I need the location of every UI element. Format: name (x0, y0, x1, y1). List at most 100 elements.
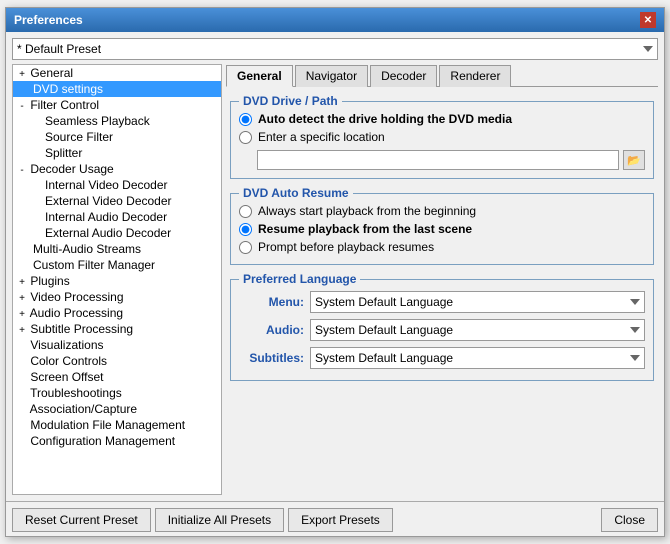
sidebar-item-modulation-file[interactable]: Modulation File Management (13, 417, 221, 433)
right-panel: General Navigator Decoder Renderer DVD D… (226, 64, 658, 495)
sidebar-item-general[interactable]: + General (13, 65, 221, 81)
radio-specific-location-label: Enter a specific location (258, 130, 385, 144)
sidebar-label-color-controls: Color Controls (30, 354, 107, 368)
sidebar-label-source-filter: Source Filter (17, 130, 113, 144)
left-panel: + General DVD settings - Filter Control … (12, 64, 222, 495)
audio-lang-select[interactable]: System Default Language (310, 319, 645, 341)
path-input[interactable] (257, 150, 619, 170)
expand-icon-subtitle-processing: + (17, 325, 27, 336)
expand-icon-decoder-usage: - (17, 165, 27, 176)
audio-lang-label: Audio: (239, 323, 304, 337)
sidebar-item-audio-processing[interactable]: + Audio Processing (13, 305, 221, 321)
reset-preset-button[interactable]: Reset Current Preset (12, 508, 151, 532)
subtitles-lang-row: Subtitles: System Default Language (239, 344, 645, 372)
sidebar-label-audio-processing: Audio Processing (30, 306, 123, 320)
sidebar-label-internal-video-decoder: Internal Video Decoder (17, 178, 168, 192)
radio-always-start[interactable] (239, 205, 252, 218)
sidebar-item-association-capture[interactable]: Association/Capture (13, 401, 221, 417)
tab-renderer[interactable]: Renderer (439, 65, 511, 87)
menu-lang-label: Menu: (239, 295, 304, 309)
dvd-auto-resume-title: DVD Auto Resume (239, 186, 353, 200)
sidebar-item-external-audio-decoder[interactable]: External Audio Decoder (13, 225, 221, 241)
sidebar-item-color-controls[interactable]: Color Controls (13, 353, 221, 369)
window-close-button[interactable]: ✕ (640, 12, 656, 28)
content-area: * Default Preset + General DVD settings … (6, 32, 664, 501)
bottom-btns-left: Reset Current Preset Initialize All Pres… (12, 508, 393, 532)
sidebar-item-plugins[interactable]: + Plugins (13, 273, 221, 289)
subtitles-lang-select[interactable]: System Default Language (310, 347, 645, 369)
sidebar-item-decoder-usage[interactable]: - Decoder Usage (13, 161, 221, 177)
bottom-bar: Reset Current Preset Initialize All Pres… (6, 501, 664, 536)
expand-icon-configuration-management (17, 437, 27, 448)
sidebar-label-subtitle-processing: Subtitle Processing (30, 322, 133, 336)
browse-icon: 📂 (627, 154, 641, 167)
sidebar-item-internal-video-decoder[interactable]: Internal Video Decoder (13, 177, 221, 193)
sidebar-label-decoder-usage: Decoder Usage (30, 162, 113, 176)
preset-row: * Default Preset (12, 38, 658, 60)
sidebar-item-filter-control[interactable]: - Filter Control (13, 97, 221, 113)
expand-icon-modulation-file (17, 421, 27, 432)
window-title: Preferences (14, 13, 83, 27)
dvd-auto-resume-group: DVD Auto Resume Always start playback fr… (230, 193, 654, 265)
radio-specific-location[interactable] (239, 131, 252, 144)
main-body: + General DVD settings - Filter Control … (12, 64, 658, 495)
tabs-row: General Navigator Decoder Renderer (226, 64, 658, 87)
radio-auto-detect-label: Auto detect the drive holding the DVD me… (258, 112, 512, 126)
sidebar-item-configuration-management[interactable]: Configuration Management (13, 433, 221, 449)
sidebar-label-troubleshootings: Troubleshootings (30, 386, 122, 400)
preferred-language-title: Preferred Language (239, 272, 360, 286)
radio-resume-last[interactable] (239, 223, 252, 236)
radio-specific-location-row: Enter a specific location (239, 128, 645, 146)
sidebar-label-visualizations: Visualizations (30, 338, 103, 352)
menu-lang-row: Menu: System Default Language (239, 288, 645, 316)
dvd-drive-title: DVD Drive / Path (239, 94, 342, 108)
subtitles-lang-label: Subtitles: (239, 351, 304, 365)
sidebar-item-internal-audio-decoder[interactable]: Internal Audio Decoder (13, 209, 221, 225)
expand-icon-visualizations (17, 341, 27, 352)
radio-prompt-before-row: Prompt before playback resumes (239, 238, 645, 256)
menu-lang-select[interactable]: System Default Language (310, 291, 645, 313)
sidebar-label-dvd-settings: DVD settings (17, 82, 103, 96)
panel-content: DVD Drive / Path Auto detect the drive h… (226, 91, 658, 495)
sidebar-item-video-processing[interactable]: + Video Processing (13, 289, 221, 305)
preferences-window: Preferences ✕ * Default Preset + General… (5, 7, 665, 537)
radio-resume-last-label: Resume playback from the last scene (258, 222, 472, 236)
expand-icon-troubleshootings (17, 389, 27, 400)
sidebar-label-plugins: Plugins (30, 274, 69, 288)
sidebar-item-subtitle-processing[interactable]: + Subtitle Processing (13, 321, 221, 337)
sidebar-label-association-capture: Association/Capture (30, 402, 137, 416)
expand-icon-video-processing: + (17, 293, 27, 304)
sidebar-item-dvd-settings[interactable]: DVD settings (13, 81, 221, 97)
close-button[interactable]: Close (601, 508, 658, 532)
sidebar-label-multi-audio-streams: Multi-Audio Streams (17, 242, 141, 256)
sidebar-item-splitter[interactable]: Splitter (13, 145, 221, 161)
sidebar-label-internal-audio-decoder: Internal Audio Decoder (17, 210, 167, 224)
sidebar-item-visualizations[interactable]: Visualizations (13, 337, 221, 353)
sidebar-item-troubleshootings[interactable]: Troubleshootings (13, 385, 221, 401)
radio-always-start-row: Always start playback from the beginning (239, 202, 645, 220)
radio-auto-detect-row: Auto detect the drive holding the DVD me… (239, 110, 645, 128)
sidebar-label-filter-control: Filter Control (30, 98, 99, 112)
tab-navigator[interactable]: Navigator (295, 65, 368, 87)
dvd-drive-group: DVD Drive / Path Auto detect the drive h… (230, 101, 654, 179)
sidebar-item-multi-audio-streams[interactable]: Multi-Audio Streams (13, 241, 221, 257)
expand-icon-audio-processing: + (17, 309, 27, 320)
tab-decoder[interactable]: Decoder (370, 65, 437, 87)
export-presets-button[interactable]: Export Presets (288, 508, 393, 532)
title-bar: Preferences ✕ (6, 8, 664, 32)
sidebar-item-seamless-playback[interactable]: Seamless Playback (13, 113, 221, 129)
browse-button[interactable]: 📂 (623, 150, 645, 170)
preset-dropdown[interactable]: * Default Preset (12, 38, 658, 60)
radio-auto-detect[interactable] (239, 113, 252, 126)
sidebar-item-custom-filter-manager[interactable]: Custom Filter Manager (13, 257, 221, 273)
sidebar-item-source-filter[interactable]: Source Filter (13, 129, 221, 145)
path-input-row: 📂 (239, 150, 645, 170)
radio-prompt-before[interactable] (239, 241, 252, 254)
initialize-presets-button[interactable]: Initialize All Presets (155, 508, 284, 532)
sidebar-label-screen-offset: Screen Offset (30, 370, 103, 384)
sidebar-item-screen-offset[interactable]: Screen Offset (13, 369, 221, 385)
radio-always-start-label: Always start playback from the beginning (258, 204, 476, 218)
tab-general[interactable]: General (226, 65, 293, 87)
expand-icon-plugins: + (17, 277, 27, 288)
sidebar-item-external-video-decoder[interactable]: External Video Decoder (13, 193, 221, 209)
